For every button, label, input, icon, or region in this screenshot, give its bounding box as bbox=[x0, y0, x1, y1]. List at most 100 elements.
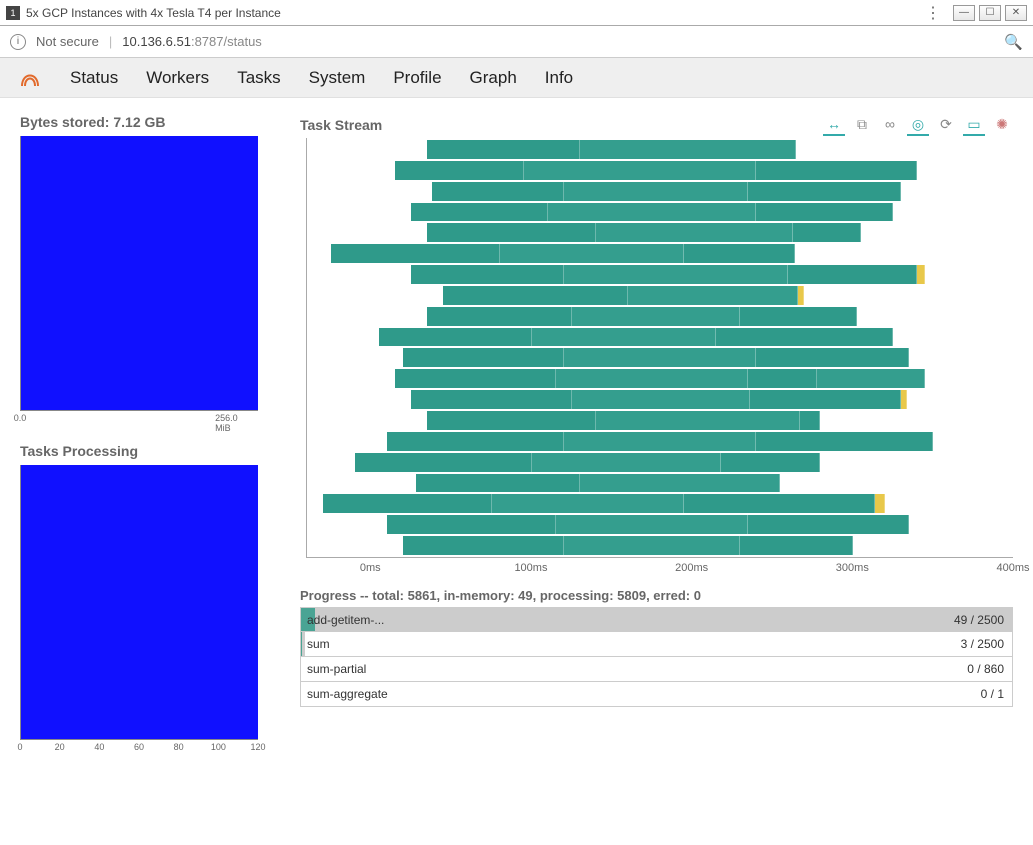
task-bar[interactable] bbox=[875, 494, 885, 513]
task-bar[interactable] bbox=[716, 328, 893, 347]
task-bar[interactable] bbox=[748, 515, 908, 534]
progress-row[interactable]: sum3 / 2500 bbox=[300, 632, 1013, 657]
task-bar[interactable] bbox=[628, 286, 798, 305]
task-bar[interactable] bbox=[572, 307, 740, 326]
task-bar[interactable] bbox=[564, 348, 757, 367]
task-bar[interactable] bbox=[492, 494, 685, 513]
task-bar[interactable] bbox=[427, 223, 595, 242]
task-bar[interactable] bbox=[427, 140, 579, 159]
task-bar[interactable] bbox=[580, 474, 781, 493]
task-bar[interactable] bbox=[817, 369, 925, 388]
task-bar[interactable] bbox=[756, 161, 916, 180]
progress-row[interactable]: add-getitem-...49 / 2500 bbox=[300, 607, 1013, 632]
task-bar[interactable] bbox=[548, 203, 757, 222]
nav-tab-tasks[interactable]: Tasks bbox=[237, 68, 280, 88]
task-bar[interactable] bbox=[756, 203, 892, 222]
task-bar[interactable] bbox=[756, 432, 933, 451]
task-bar[interactable] bbox=[532, 453, 721, 472]
nav-tab-graph[interactable]: Graph bbox=[470, 68, 517, 88]
task-bar[interactable] bbox=[721, 453, 820, 472]
task-bar[interactable] bbox=[355, 453, 532, 472]
task-bar[interactable] bbox=[572, 390, 750, 409]
task-bar[interactable] bbox=[387, 432, 564, 451]
task-bar[interactable] bbox=[740, 536, 852, 555]
task-bar[interactable] bbox=[580, 140, 797, 159]
task-stream-row bbox=[307, 348, 1013, 367]
wheel-zoom-tool-icon[interactable]: ∞ bbox=[879, 114, 901, 136]
task-bar[interactable] bbox=[756, 348, 908, 367]
task-bar[interactable] bbox=[901, 390, 907, 409]
task-bar[interactable] bbox=[556, 515, 749, 534]
task-bar[interactable] bbox=[524, 161, 757, 180]
window-close-button[interactable]: ✕ bbox=[1005, 5, 1027, 21]
task-bar[interactable] bbox=[403, 348, 563, 367]
progress-row[interactable]: sum-partial0 / 860 bbox=[300, 657, 1013, 682]
task-bar[interactable] bbox=[564, 265, 789, 284]
task-bar[interactable] bbox=[395, 161, 523, 180]
progress-table: add-getitem-...49 / 2500sum3 / 2500sum-p… bbox=[300, 607, 1013, 707]
nav-tab-system[interactable]: System bbox=[309, 68, 366, 88]
task-bar[interactable] bbox=[411, 203, 547, 222]
task-bar[interactable] bbox=[387, 515, 555, 534]
site-info-icon[interactable]: i bbox=[10, 34, 26, 50]
task-bar[interactable] bbox=[798, 286, 804, 305]
progress-row[interactable]: sum-aggregate0 / 1 bbox=[300, 682, 1013, 707]
progress-task-name: sum-aggregate bbox=[301, 687, 388, 701]
task-bar[interactable] bbox=[596, 223, 793, 242]
task-bar[interactable] bbox=[403, 536, 563, 555]
task-bar[interactable] bbox=[596, 411, 800, 430]
task-stream-chart[interactable] bbox=[306, 138, 1013, 558]
task-bar[interactable] bbox=[793, 223, 860, 242]
task-bar[interactable] bbox=[411, 390, 571, 409]
task-bar[interactable] bbox=[395, 369, 555, 388]
window-titlebar: 1 5x GCP Instances with 4x Tesla T4 per … bbox=[0, 0, 1033, 26]
kebab-menu-icon[interactable]: ⋮ bbox=[925, 3, 941, 23]
task-bar[interactable] bbox=[443, 286, 628, 305]
task-stream-row bbox=[307, 265, 1013, 284]
dask-logo-icon bbox=[18, 66, 42, 90]
reset-tool-icon[interactable]: ⟳ bbox=[935, 114, 957, 136]
task-bar[interactable] bbox=[379, 328, 531, 347]
task-bar[interactable] bbox=[684, 244, 795, 263]
bytes-stored-chart[interactable] bbox=[20, 136, 258, 411]
window-minimize-button[interactable]: — bbox=[953, 5, 975, 21]
task-bar[interactable] bbox=[427, 307, 571, 326]
tap-tool-icon[interactable]: ◎ bbox=[907, 114, 929, 136]
task-stream-row bbox=[307, 307, 1013, 326]
task-bar[interactable] bbox=[427, 411, 595, 430]
task-bar[interactable] bbox=[416, 474, 580, 493]
progress-title: Progress -- total: 5861, in-memory: 49, … bbox=[300, 588, 1013, 603]
address-bar[interactable]: i Not secure | 10.136.6.51:8787/status 🔍 bbox=[0, 26, 1033, 58]
task-bar[interactable] bbox=[800, 411, 821, 430]
task-bar[interactable] bbox=[532, 328, 717, 347]
task-stream-row bbox=[307, 536, 1013, 555]
task-bar[interactable] bbox=[564, 536, 741, 555]
bokeh-logo-icon[interactable]: ✺ bbox=[991, 114, 1013, 136]
tasks-processing-chart[interactable] bbox=[20, 465, 258, 740]
hover-tool-icon[interactable]: ▭ bbox=[963, 114, 985, 136]
task-bar[interactable] bbox=[748, 182, 900, 201]
task-bar[interactable] bbox=[748, 369, 817, 388]
task-bar[interactable] bbox=[500, 244, 685, 263]
task-bar[interactable] bbox=[740, 307, 857, 326]
task-bar[interactable] bbox=[917, 265, 925, 284]
task-bar[interactable] bbox=[684, 494, 875, 513]
task-bar[interactable] bbox=[323, 494, 491, 513]
task-bar[interactable] bbox=[564, 432, 757, 451]
pan-tool-icon[interactable]: ↔ bbox=[823, 114, 845, 136]
nav-tab-info[interactable]: Info bbox=[545, 68, 573, 88]
task-bar[interactable] bbox=[411, 265, 563, 284]
task-stream-row bbox=[307, 411, 1013, 430]
zoom-icon[interactable]: 🔍 bbox=[1004, 33, 1023, 51]
task-bar[interactable] bbox=[750, 390, 901, 409]
task-bar[interactable] bbox=[432, 182, 564, 201]
task-bar[interactable] bbox=[331, 244, 499, 263]
task-bar[interactable] bbox=[788, 265, 916, 284]
nav-tab-profile[interactable]: Profile bbox=[393, 68, 441, 88]
window-maximize-button[interactable]: ☐ bbox=[979, 5, 1001, 21]
nav-tab-workers[interactable]: Workers bbox=[146, 68, 209, 88]
task-bar[interactable] bbox=[564, 182, 749, 201]
box-zoom-tool-icon[interactable]: ⧉ bbox=[851, 114, 873, 136]
task-bar[interactable] bbox=[556, 369, 749, 388]
nav-tab-status[interactable]: Status bbox=[70, 68, 118, 88]
